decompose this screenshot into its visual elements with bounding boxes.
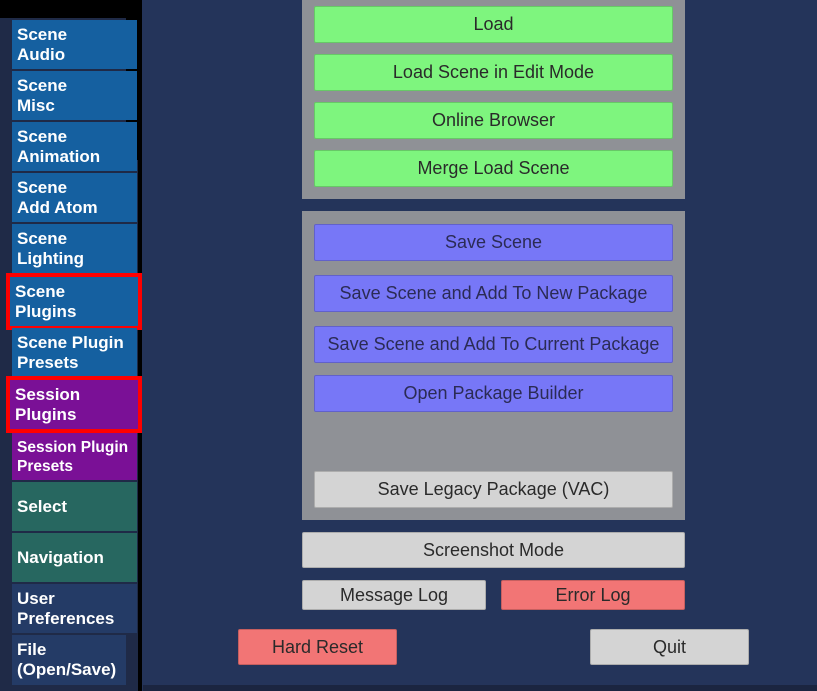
sidebar-item-user-preferences[interactable]: User Preferences: [12, 584, 137, 633]
screenshot-mode-button[interactable]: Screenshot Mode: [302, 532, 685, 568]
sidebar: Scene Audio Scene Misc Scene Animation S…: [0, 0, 142, 691]
sidebar-item-scene-plugins[interactable]: Scene Plugins: [6, 273, 142, 330]
online-browser-button[interactable]: Online Browser: [314, 102, 673, 139]
save-scene-new-package-button[interactable]: Save Scene and Add To New Package: [314, 275, 673, 312]
message-log-button[interactable]: Message Log: [302, 580, 486, 610]
merge-load-scene-button[interactable]: Merge Load Scene: [314, 150, 673, 187]
sidebar-edge: [138, 0, 142, 691]
sidebar-top-strip: [0, 0, 126, 18]
sidebar-item-scene-add-atom[interactable]: Scene Add Atom: [12, 173, 137, 222]
sidebar-item-navigation[interactable]: Navigation: [12, 533, 137, 582]
quit-button[interactable]: Quit: [590, 629, 749, 665]
load-button[interactable]: Load: [314, 6, 673, 43]
error-log-button[interactable]: Error Log: [501, 580, 685, 610]
save-legacy-package-button[interactable]: Save Legacy Package (VAC): [314, 471, 673, 508]
open-package-builder-button[interactable]: Open Package Builder: [314, 375, 673, 412]
sidebar-item-scene-audio[interactable]: Scene Audio: [12, 20, 137, 69]
save-scene-current-package-button[interactable]: Save Scene and Add To Current Package: [314, 326, 673, 363]
sidebar-item-scene-misc[interactable]: Scene Misc: [12, 71, 137, 120]
sidebar-item-scene-plugin-presets[interactable]: Scene Plugin Presets: [12, 328, 137, 377]
sidebar-item-scene-lighting[interactable]: Scene Lighting: [12, 224, 137, 273]
sidebar-item-file[interactable]: File (Open/Save): [12, 635, 126, 685]
load-scene-edit-mode-button[interactable]: Load Scene in Edit Mode: [314, 54, 673, 91]
save-group: Save Scene Save Scene and Add To New Pac…: [302, 211, 685, 520]
hard-reset-button[interactable]: Hard Reset: [238, 629, 397, 665]
load-group: Load Load Scene in Edit Mode Online Brow…: [302, 0, 685, 199]
save-scene-button[interactable]: Save Scene: [314, 224, 673, 261]
sidebar-item-select[interactable]: Select: [12, 482, 137, 531]
main-panel-bottom-edge: [143, 685, 817, 691]
sidebar-item-session-plugin-presets[interactable]: Session Plugin Presets: [12, 433, 137, 480]
sidebar-item-session-plugins[interactable]: Session Plugins: [6, 376, 142, 433]
sidebar-item-scene-animation[interactable]: Scene Animation: [12, 122, 137, 171]
